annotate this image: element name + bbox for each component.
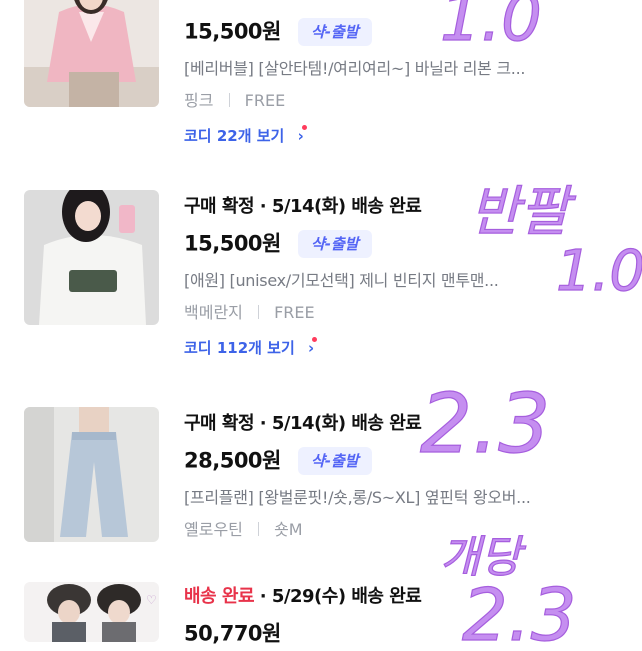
product-name[interactable]: [애원] [unisex/기모선택] 제니 빈티지 맨투맨... <box>184 269 594 293</box>
option-size: 숏M <box>274 520 303 539</box>
codi-link[interactable]: 코디 22개 보기 › <box>184 125 307 147</box>
price: 15,500원 <box>184 19 281 44</box>
two-people-image: ♡ <box>24 582 159 642</box>
shipping-badge: 샥-출발 <box>297 446 372 475</box>
order-status: 구매 확정 · 5/14(화) 배송 완료 <box>184 196 422 217</box>
codi-link[interactable]: 코디 112개 보기 › <box>184 337 317 359</box>
codi-label: 코디 22개 보기 <box>184 127 285 145</box>
option-divider <box>257 522 259 536</box>
price: 15,500원 <box>184 231 281 256</box>
option-size: FREE <box>244 91 286 110</box>
product-option: 옐로우틴 숏M <box>184 518 604 542</box>
new-dot-icon <box>302 125 307 130</box>
pink-cardigan-image <box>24 0 159 107</box>
option-size: FREE <box>274 303 315 322</box>
product-name[interactable]: [프리플랜] [왕벌룬핏!/숏,롱/S~XL] 옆핀턱 왕오버... <box>184 486 594 510</box>
wide-jeans-image <box>24 407 159 542</box>
shipping-badge: 샥-출발 <box>297 17 372 46</box>
order-status: 배송 완료 · 5/29(수) 배송 완료 <box>184 586 422 607</box>
product-option: 핑크 FREE <box>184 89 604 113</box>
product-option: 백메란지 FREE <box>184 301 604 325</box>
order-status: 구매 확정 · 5/14(화) 배송 완료 <box>184 413 422 434</box>
product-thumbnail[interactable] <box>24 407 159 542</box>
option-color: 옐로우틴 <box>184 520 243 539</box>
new-dot-icon <box>312 337 317 342</box>
product-thumbnail[interactable] <box>24 0 159 107</box>
codi-label: 코디 112개 보기 <box>184 339 295 357</box>
white-sweatshirt-image <box>24 190 159 325</box>
product-thumbnail[interactable] <box>24 190 159 325</box>
product-name[interactable]: [베리버블] [살안타템!/여리여리~] 바닐라 리본 크... <box>184 57 594 81</box>
option-color: 핑크 <box>184 91 214 110</box>
price: 28,500원 <box>184 448 281 473</box>
product-thumbnail[interactable]: ♡ <box>24 582 159 642</box>
svg-text:♡: ♡ <box>146 593 157 607</box>
option-color: 백메란지 <box>184 303 243 322</box>
option-divider <box>228 93 230 107</box>
option-divider <box>257 305 259 319</box>
shipping-badge: 샥-출발 <box>297 229 372 258</box>
